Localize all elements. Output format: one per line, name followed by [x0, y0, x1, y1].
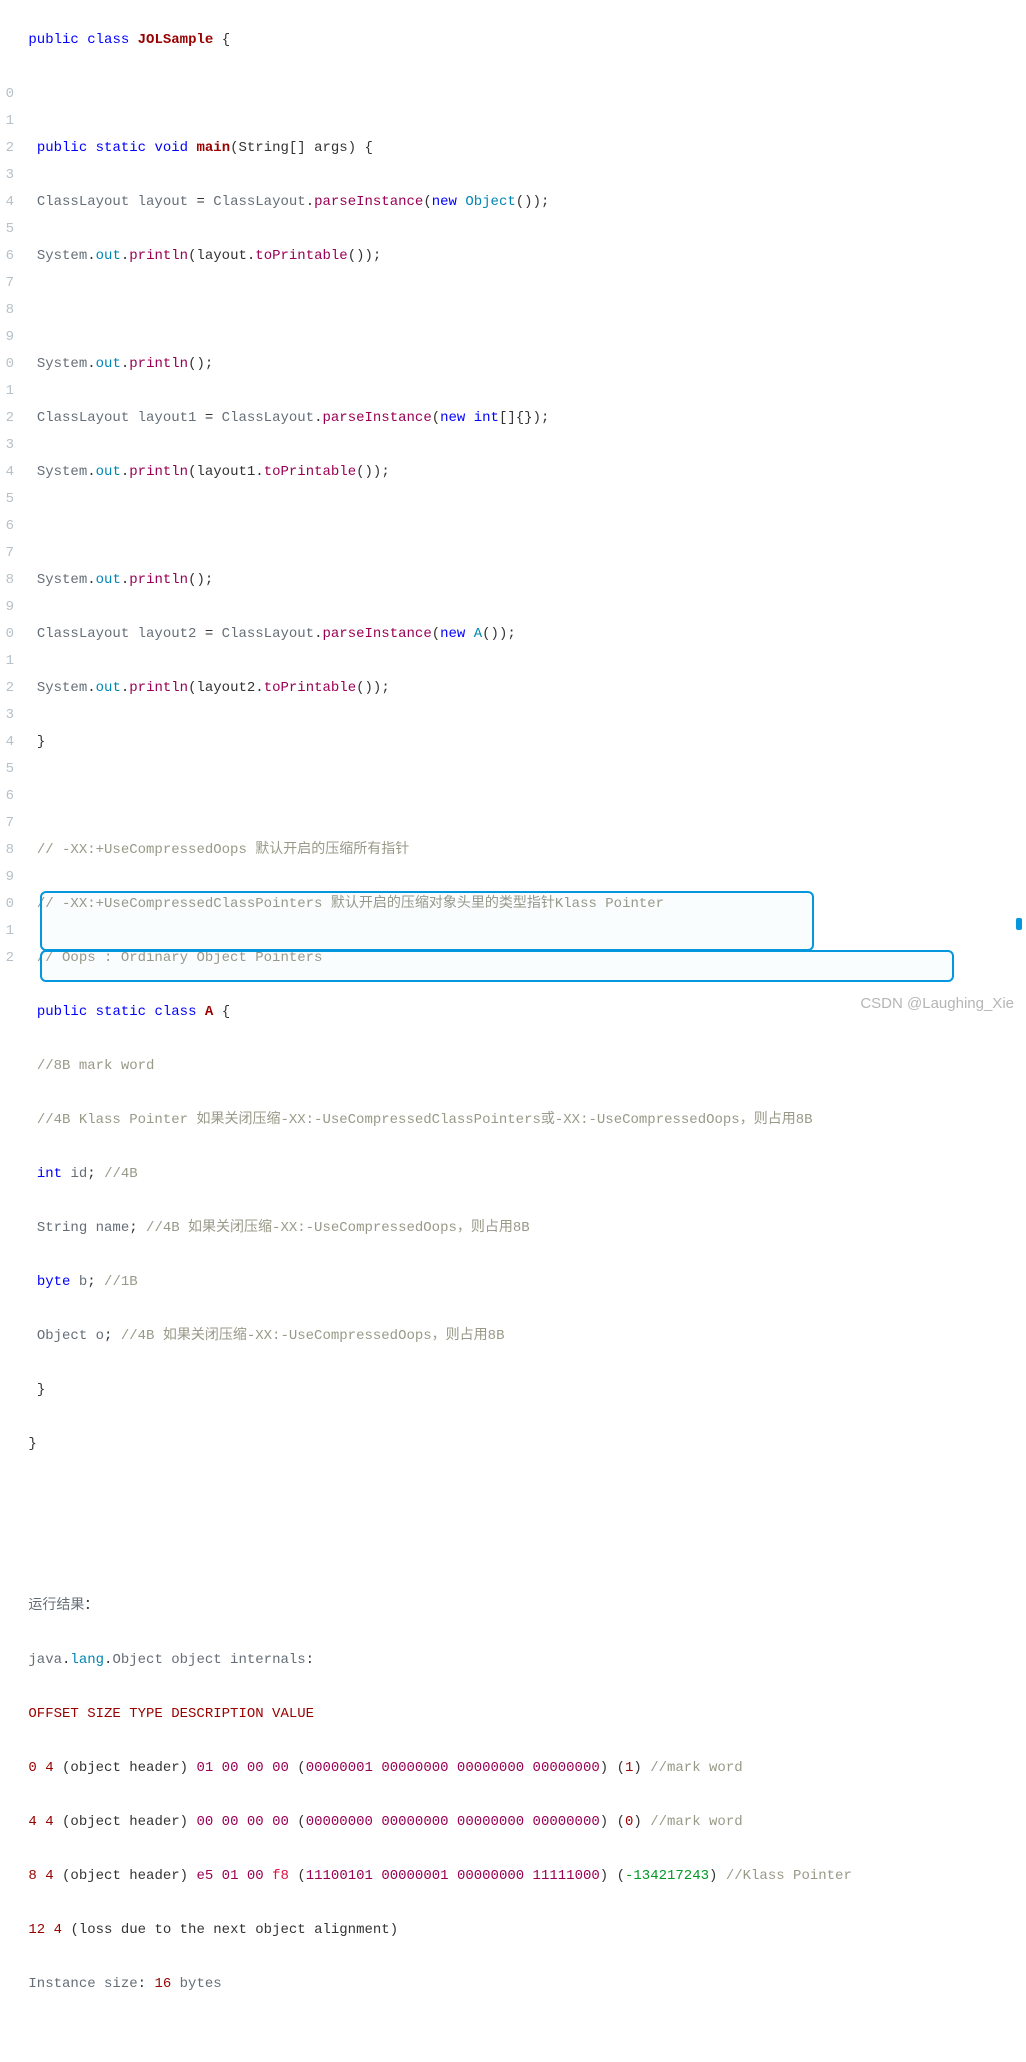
code-line: OFFSET SIZE TYPE DESCRIPTION VALUE [20, 1701, 1026, 1728]
line-number: 2 [0, 405, 14, 432]
code-line: // Oops : Ordinary Object Pointers [20, 945, 1026, 972]
code-line: int id; //4B [20, 1161, 1026, 1188]
line-number: 9 [0, 324, 14, 351]
code-line: } [20, 1431, 1026, 1458]
line-number: 6 [0, 513, 14, 540]
line-number: 6 [0, 783, 14, 810]
line-number: 1 [0, 378, 14, 405]
code-line: Instance size: 16 bytes [20, 1971, 1026, 1998]
code-line: public class JOLSample { [20, 27, 1026, 54]
line-number: 7 [0, 540, 14, 567]
line-number [0, 54, 14, 81]
code-line [20, 783, 1026, 810]
line-number: 1 [0, 648, 14, 675]
code-line: ClassLayout layout1 = ClassLayout.parseI… [20, 405, 1026, 432]
code-content[interactable]: public class JOLSample { public static v… [20, 0, 1026, 1031]
code-line: 8 4 (object header) e5 01 00 f8 (1110010… [20, 1863, 1026, 1890]
code-line [20, 1485, 1026, 1512]
code-line: Object o; //4B 如果关闭压缩-XX:-UseCompressedO… [20, 1323, 1026, 1350]
line-number: 0 [0, 81, 14, 108]
code-line: 运行结果： [20, 1593, 1026, 1620]
line-number-gutter: 0 1 2 3 4 5 6 7 8 9 0 1 2 3 4 5 6 7 8 9 … [0, 0, 20, 1031]
line-number: 7 [0, 270, 14, 297]
code-line: } [20, 729, 1026, 756]
code-line: 12 4 (loss due to the next object alignm… [20, 1917, 1026, 1944]
line-number: 6 [0, 243, 14, 270]
line-number: 5 [0, 216, 14, 243]
line-number [0, 0, 14, 27]
code-line: //4B Klass Pointer 如果关闭压缩-XX:-UseCompres… [20, 1107, 1026, 1134]
code-line: System.out.println(); [20, 567, 1026, 594]
code-line: 4 4 (object header) 00 00 00 00 (0000000… [20, 1809, 1026, 1836]
line-number: 3 [0, 162, 14, 189]
code-line [20, 297, 1026, 324]
line-number: 8 [0, 297, 14, 324]
code-line: System.out.println(layout.toPrintable())… [20, 243, 1026, 270]
line-number: 2 [0, 945, 14, 972]
line-number: 3 [0, 432, 14, 459]
code-line: ClassLayout layout2 = ClassLayout.parseI… [20, 621, 1026, 648]
line-number: 1 [0, 918, 14, 945]
line-number: 9 [0, 594, 14, 621]
code-line [20, 81, 1026, 108]
code-line: 0 4 (object header) 01 00 00 00 (0000000… [20, 1755, 1026, 1782]
code-line: public static void main(String[] args) { [20, 135, 1026, 162]
line-number: 4 [0, 729, 14, 756]
line-number: 0 [0, 621, 14, 648]
line-number: 0 [0, 351, 14, 378]
line-number: 7 [0, 810, 14, 837]
code-line: java.lang.Object object internals: [20, 1647, 1026, 1674]
line-number: 4 [0, 189, 14, 216]
code-line [20, 1539, 1026, 1566]
code-line: // -XX:+UseCompressedOops 默认开启的压缩所有指针 [20, 837, 1026, 864]
watermark-text: CSDN @Laughing_Xie [860, 990, 1014, 1017]
code-editor: 0 1 2 3 4 5 6 7 8 9 0 1 2 3 4 5 6 7 8 9 … [0, 0, 1026, 1031]
line-number: 4 [0, 459, 14, 486]
scroll-marker-icon [1016, 918, 1022, 930]
code-line: } [20, 1377, 1026, 1404]
line-number: 8 [0, 567, 14, 594]
line-number [0, 27, 14, 54]
code-line: System.out.println(); [20, 351, 1026, 378]
line-number: 3 [0, 702, 14, 729]
code-line: String name; //4B 如果关闭压缩-XX:-UseCompress… [20, 1215, 1026, 1242]
line-number: 9 [0, 864, 14, 891]
line-number: 0 [0, 891, 14, 918]
line-number: 1 [0, 108, 14, 135]
code-line: //8B mark word [20, 1053, 1026, 1080]
code-line: System.out.println(layout1.toPrintable()… [20, 459, 1026, 486]
line-number: 5 [0, 486, 14, 513]
code-line: ClassLayout layout = ClassLayout.parseIn… [20, 189, 1026, 216]
line-number: 5 [0, 756, 14, 783]
code-line: System.out.println(layout2.toPrintable()… [20, 675, 1026, 702]
code-line: byte b; //1B [20, 1269, 1026, 1296]
line-number: 2 [0, 675, 14, 702]
code-line: // -XX:+UseCompressedClassPointers 默认开启的… [20, 891, 1026, 918]
line-number: 8 [0, 837, 14, 864]
code-line [20, 513, 1026, 540]
line-number: 2 [0, 135, 14, 162]
